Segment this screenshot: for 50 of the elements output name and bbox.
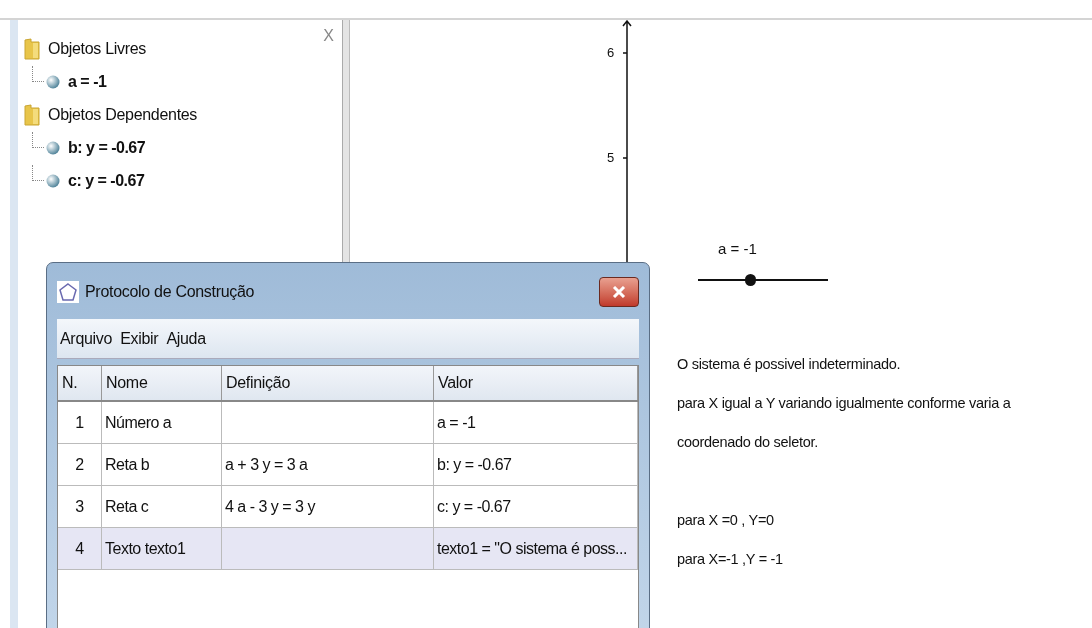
slider-label: a = -1 (718, 239, 757, 259)
tree-folder[interactable]: Objetos Livres (48, 36, 147, 61)
table-cell-text: a + 3 y = 3 a (225, 454, 308, 475)
column-header[interactable]: N. (58, 366, 102, 400)
close-button[interactable]: X (323, 24, 334, 48)
tree-item[interactable]: a = -1 (68, 69, 107, 94)
table-cell-text: 1 (75, 412, 84, 433)
tree-folder[interactable]: Objetos Dependentes (48, 102, 198, 127)
column-header[interactable]: Valor (434, 366, 638, 400)
text-line: para X=-1 ,Y = -1 (677, 550, 784, 569)
menu-item[interactable]: Exibir (120, 326, 159, 351)
folder-icon (24, 37, 40, 60)
table-cell-text: Reta b (105, 454, 150, 475)
table-cell-text: 3 (75, 496, 84, 517)
tree-item[interactable]: b: y = -0.67 (68, 135, 146, 160)
table-cell-text: Número a (105, 412, 172, 433)
text-line: para X =0 , Y=0 (677, 511, 775, 530)
sphere-icon (46, 140, 60, 155)
table-cell-text: c: y = -0.67 (437, 496, 511, 517)
table-cell-text: 4 a - 3 y = 3 y (225, 496, 315, 517)
text-line: O sistema é possivel indeterminado. (677, 355, 902, 374)
table-row[interactable]: 3 Reta c 4 a - 3 y = 3 y c: y = -0.67 (58, 486, 638, 528)
column-header[interactable]: Definição (222, 366, 434, 400)
table-cell-text: texto1 = "O sistema é poss... (437, 538, 627, 559)
table-cell-text: Reta c (105, 496, 149, 517)
folder-icon (24, 103, 40, 126)
table-row[interactable]: 1 Número a a = -1 (58, 402, 638, 444)
table-row[interactable]: 2 Reta b a + 3 y = 3 a b: y = -0.67 (58, 444, 638, 486)
table-cell-text: b: y = -0.67 (437, 454, 512, 475)
dialog-title: Protocolo de Construção (85, 282, 255, 302)
tree-item[interactable]: c: y = -0.67 (68, 168, 145, 193)
sphere-icon (46, 173, 60, 188)
slider[interactable] (698, 272, 828, 288)
table-row[interactable]: 4 Texto texto1 texto1 = "O sistema é poss... (58, 528, 638, 570)
close-icon (612, 286, 626, 298)
axis-label: 6 (607, 45, 615, 61)
column-header[interactable]: Nome (102, 366, 222, 400)
table-cell-text: a = -1 (437, 412, 476, 433)
menu-item[interactable]: Arquivo (60, 326, 113, 351)
table-cell-text: 4 (75, 538, 84, 559)
text-line: coordenado do seletor. (677, 433, 819, 452)
slider-thumb[interactable] (745, 274, 756, 286)
text-line: para X igual a Y variando igualmente conforme varia a (677, 394, 1011, 413)
table-cell-text: 2 (75, 454, 84, 475)
table-cell-text: Texto texto1 (105, 538, 186, 559)
axis-label: 5 (607, 150, 615, 166)
sphere-icon (46, 74, 60, 89)
close-button[interactable] (599, 277, 639, 307)
menu-item[interactable]: Ajuda (166, 326, 206, 351)
pentagon-icon (57, 281, 79, 303)
